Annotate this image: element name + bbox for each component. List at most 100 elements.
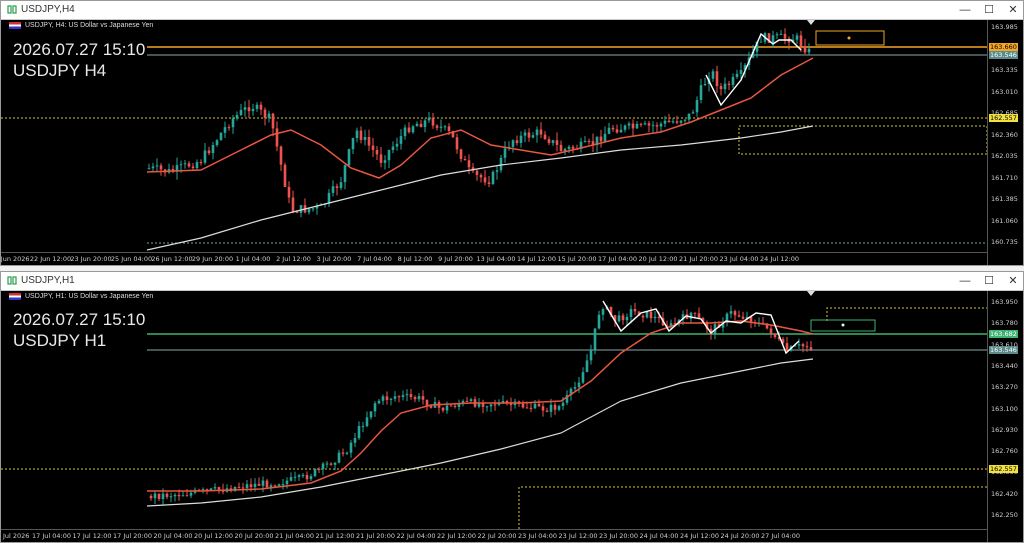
- time-label: 23 Jul 12:00: [558, 532, 598, 540]
- candle-body: [179, 164, 183, 166]
- price-scale[interactable]: 163.985163.660163.335163.010162.685162.3…: [987, 20, 1023, 265]
- chart-window-h4[interactable]: USDJPY,H4 — ☐ ✕ USDJPY, H4: US Dollar vs…: [0, 0, 1024, 266]
- candle-body: [503, 148, 507, 158]
- candle-body: [537, 403, 541, 407]
- candle-body: [775, 34, 779, 36]
- time-label: 26 Jun 12:00: [151, 255, 193, 263]
- candle-body: [285, 480, 289, 485]
- candle-body: [679, 120, 683, 123]
- candle-body: [235, 115, 239, 119]
- candle-body: [239, 109, 243, 116]
- candle-body: [355, 130, 359, 139]
- candle-body: [735, 73, 739, 77]
- candle-body: [387, 150, 391, 161]
- candle-body: [371, 145, 375, 150]
- candle-body: [413, 397, 417, 400]
- candle-body: [161, 493, 165, 499]
- maximize-button[interactable]: ☐: [981, 2, 997, 18]
- maximize-button[interactable]: ☐: [981, 273, 997, 289]
- price-scale[interactable]: 163.950 163.780 163.610 163.440 163.270 163.1…: [987, 291, 1023, 542]
- chart-window-h1[interactable]: USDJPY,H1 — ☐ ✕ USDJPY, H1: US Dollar vs…: [0, 271, 1024, 543]
- candle-body: [539, 129, 543, 135]
- candle-body: [629, 309, 633, 317]
- time-label: 16 Jul 2026: [1, 532, 30, 540]
- price-label: 163.950: [991, 298, 1018, 306]
- candle-body: [773, 333, 777, 338]
- minimize-button[interactable]: —: [957, 2, 973, 18]
- time-label: 1 Jul 04:00: [235, 255, 271, 263]
- price-plot[interactable]: [1, 20, 987, 252]
- window-titlebar[interactable]: USDJPY,H4 — ☐ ✕: [1, 1, 1023, 20]
- candle-body: [663, 120, 667, 124]
- candle-body: [181, 495, 185, 497]
- candle-body: [375, 149, 379, 155]
- candle-body: [425, 399, 429, 406]
- candle-body: [691, 112, 695, 114]
- minimize-button[interactable]: —: [957, 273, 973, 289]
- chart-window-icon: [7, 5, 17, 14]
- candle-body: [185, 495, 189, 497]
- price-plot[interactable]: [1, 291, 987, 529]
- candle-body: [155, 165, 159, 167]
- candle-body: [353, 438, 357, 443]
- time-scale[interactable]: 19 Jun 202622 Jun 12:0023 Jun 20:0025 Ju…: [1, 252, 987, 265]
- time-label: 17 Jul 20:00: [113, 532, 152, 540]
- candle-body: [351, 138, 355, 150]
- candle-body: [363, 137, 367, 141]
- price-tag: 162.557: [989, 114, 1018, 122]
- candle-body: [203, 150, 207, 163]
- candle-body: [149, 495, 153, 499]
- candle-body: [651, 125, 655, 127]
- candle-body: [237, 486, 241, 488]
- candle-body: [335, 186, 339, 188]
- candle-body: [365, 417, 369, 427]
- candle-body: [671, 121, 675, 123]
- candle-body: [485, 406, 489, 408]
- candle-body: [585, 360, 589, 373]
- candle-body: [291, 197, 295, 212]
- chart-area[interactable]: USDJPY, H1: US Dollar vs Japanese Yen 20…: [1, 291, 1023, 542]
- candle-body: [421, 396, 425, 400]
- moving-average-slow: [146, 125, 814, 251]
- candle-body: [441, 407, 445, 411]
- candle-body: [529, 407, 533, 409]
- shift-marker-icon: [807, 20, 815, 25]
- candle-body: [785, 343, 789, 351]
- candle-body: [543, 134, 547, 140]
- window-titlebar[interactable]: USDJPY,H1 — ☐ ✕: [1, 272, 1023, 291]
- candle-body: [573, 387, 577, 389]
- candle-body: [243, 107, 247, 110]
- candle-body: [527, 132, 531, 138]
- candle-body: [219, 132, 223, 141]
- candle-body: [339, 182, 343, 188]
- time-scale[interactable]: 16 Jul 202617 Jul 04:0017 Jul 12:0017 Ju…: [1, 529, 987, 542]
- candle-body: [627, 123, 631, 126]
- candle-body: [275, 128, 279, 147]
- candle-body: [553, 404, 557, 410]
- candle-body: [231, 118, 235, 128]
- candle-body: [807, 48, 811, 53]
- close-button[interactable]: ✕: [1005, 273, 1021, 289]
- candle-body: [417, 396, 421, 400]
- candle-body: [147, 168, 151, 170]
- candle-body: [439, 126, 443, 128]
- candle-body: [695, 99, 699, 113]
- window-title: USDJPY,H1: [21, 275, 75, 286]
- candle-body: [267, 113, 271, 118]
- price-label: 162.420: [991, 489, 1018, 498]
- candle-body: [597, 314, 601, 329]
- candle-body: [655, 125, 659, 127]
- close-button[interactable]: ✕: [1005, 2, 1021, 18]
- time-label: 21 Jul 04:00: [275, 532, 314, 540]
- candle-body: [357, 426, 361, 439]
- candle-body: [779, 33, 783, 35]
- candle-body: [491, 171, 495, 184]
- candle-body: [643, 123, 647, 125]
- candle-body: [223, 127, 227, 133]
- candle-body: [533, 403, 537, 409]
- candle-body: [633, 309, 637, 312]
- candle-body: [515, 140, 519, 144]
- candle-body: [463, 159, 467, 161]
- candle-body: [277, 484, 281, 486]
- chart-area[interactable]: USDJPY, H4: US Dollar vs Japanese Yen 20…: [1, 20, 1023, 265]
